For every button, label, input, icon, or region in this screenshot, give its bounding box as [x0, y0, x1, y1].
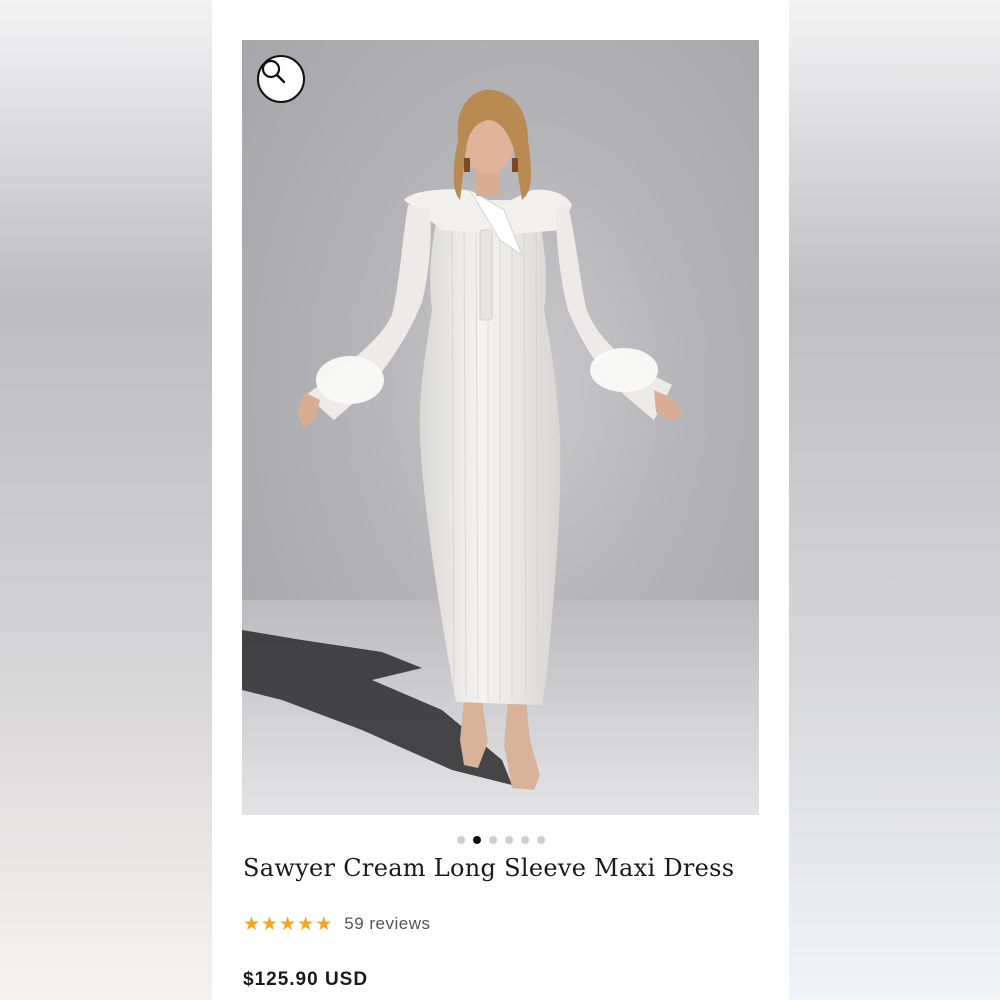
background-left-blur — [0, 0, 212, 1000]
search-icon — [261, 59, 286, 84]
star-icon: ★ — [279, 913, 297, 935]
star-rating: ★ ★ ★ ★ ★ — [243, 914, 332, 934]
reviews-link[interactable]: 59 reviews — [344, 914, 430, 934]
zoom-button[interactable] — [257, 55, 305, 103]
product-image[interactable] — [242, 40, 759, 815]
product-rating: ★ ★ ★ ★ ★ 59 reviews — [243, 914, 431, 934]
gallery-dot-active[interactable] — [472, 836, 481, 844]
product-page: Sawyer Cream Long Sleeve Maxi Dress ★ ★ … — [212, 0, 789, 1000]
product-price: $125.90 USD — [243, 969, 369, 990]
star-icon: ★ — [243, 913, 261, 935]
gallery-dot[interactable] — [456, 836, 465, 844]
star-icon: ★ — [315, 913, 333, 935]
product-title: Sawyer Cream Long Sleeve Maxi Dress — [243, 854, 735, 882]
gallery-dot[interactable] — [504, 836, 513, 844]
gallery-dot[interactable] — [488, 836, 497, 844]
star-icon: ★ — [261, 913, 279, 935]
background-right-blur — [788, 0, 1000, 1000]
gallery-pagination — [212, 836, 789, 844]
product-photo-illustration — [242, 89, 759, 815]
gallery-dot[interactable] — [536, 836, 545, 844]
gallery-dot[interactable] — [520, 836, 529, 844]
star-icon: ★ — [297, 913, 315, 935]
